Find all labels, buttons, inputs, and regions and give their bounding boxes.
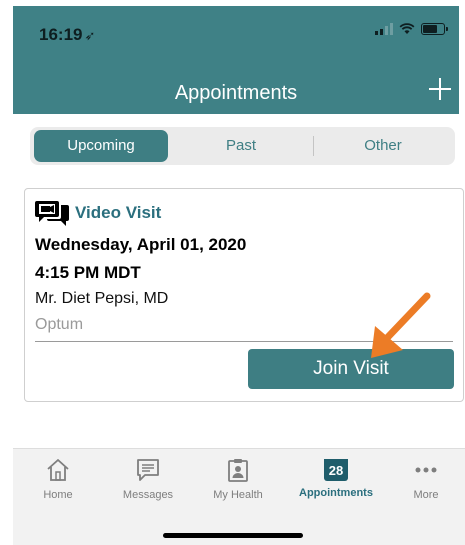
tab-appointments[interactable]: 28 Appointments [291,457,381,499]
visit-type-label: Video Visit [75,203,162,222]
tab-home[interactable]: Home [13,457,103,501]
battery-icon [421,23,448,35]
tab-messages-label: Messages [122,489,174,501]
status-time-text: 16:19 [39,25,83,44]
tab-appointments-label: Appointments [299,487,373,499]
tab-other[interactable]: Other [315,130,451,162]
home-icon [47,459,69,481]
appointment-filter-tabs: Upcoming Past Other [30,127,455,165]
page-title: Appointments [174,82,298,104]
visit-type-row: Video Visit [35,199,161,227]
tab-more-label: More [413,489,439,501]
app-header: 16:19 ➶ Appointments [13,6,459,114]
status-time: 16:19 ➶ [39,25,95,45]
cellular-signal-icon [375,23,393,35]
add-appointment-button[interactable] [427,76,453,102]
location-arrow-icon: ➶ [84,28,96,43]
tab-more[interactable]: More [381,457,465,501]
tab-home-label: Home [43,489,73,501]
appointment-time: 4:15 PM MDT [35,263,141,282]
status-icons [375,23,448,35]
app-screen: 16:19➶ Appointments Upcoming Past Other [0,0,465,545]
tab-past[interactable]: Past [175,130,307,162]
video-chat-icon [35,201,69,226]
tab-my-health[interactable]: My Health [193,457,283,501]
tab-messages[interactable]: Messages [103,457,193,501]
more-icon [415,467,437,473]
wifi-icon [399,23,415,34]
pointer-arrow-icon [371,292,431,358]
calendar-icon: 28 [324,459,348,481]
clipboard-icon [228,459,248,482]
appointment-date: Wednesday, April 01, 2020 [35,235,247,254]
provider-name: Mr. Diet Pepsi, MD [35,290,169,307]
messages-icon [137,459,159,481]
bottom-tab-bar: Home Messages My Health 28 Appointments [13,448,465,545]
home-indicator[interactable] [163,533,303,538]
tab-my-health-label: My Health [213,489,263,501]
segment-divider [313,136,314,156]
tab-upcoming[interactable]: Upcoming [34,130,168,162]
organization-name: Optum [35,316,84,333]
